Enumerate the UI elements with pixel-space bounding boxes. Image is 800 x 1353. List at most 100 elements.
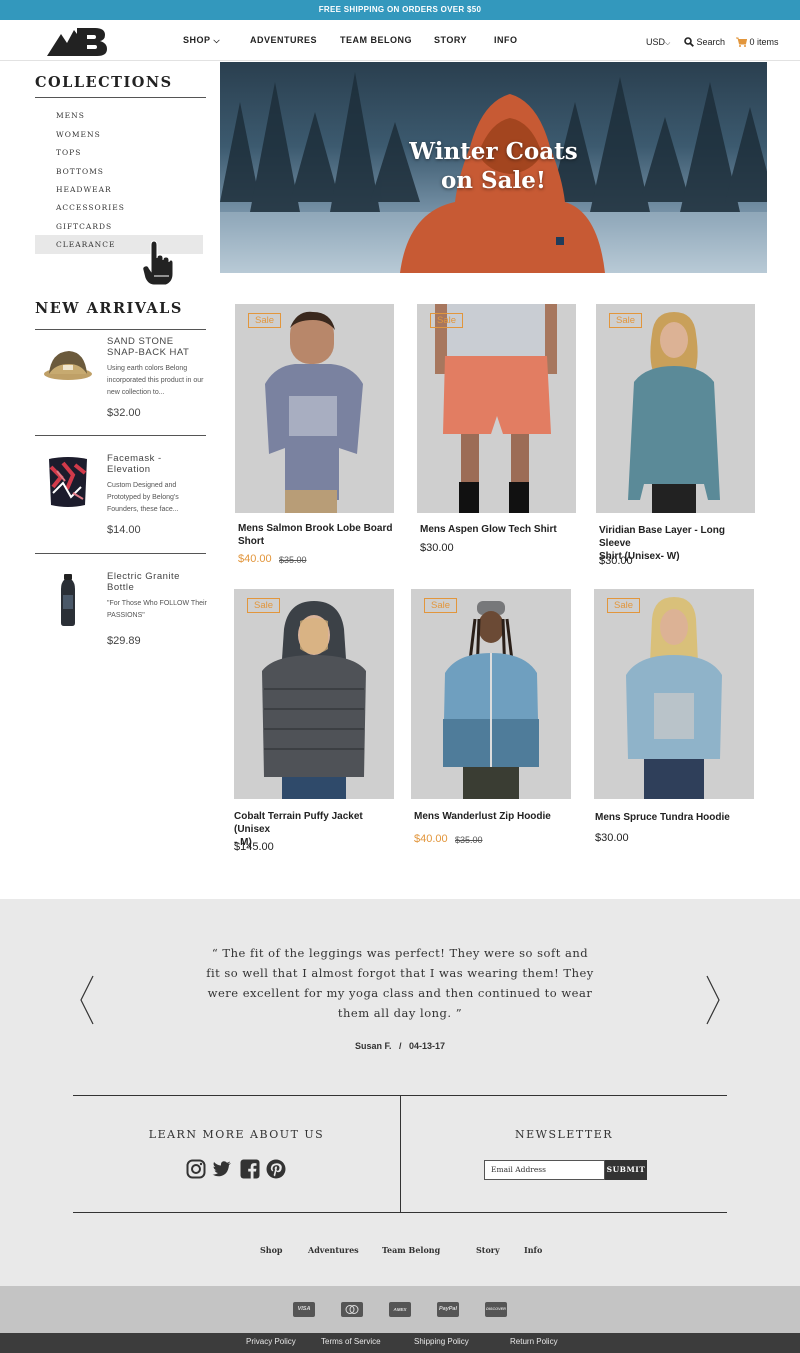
product-card[interactable]: Sale Cobalt Terrain Puffy Jacket (Unisex… — [234, 589, 399, 859]
nav-shop[interactable]: SHOP ⌵ — [183, 35, 220, 46]
footer-nav-story[interactable]: Story — [476, 1245, 500, 1255]
currency-label: USD — [646, 37, 666, 47]
next-arrow-icon[interactable] — [706, 975, 720, 1025]
search-button[interactable]: Search — [684, 37, 725, 47]
collection-clearance[interactable]: CLEARANCE — [35, 235, 203, 254]
collections-title: COLLECTIONS — [35, 74, 173, 91]
bottle-thumbnail — [61, 574, 75, 626]
footer-nav-adventures[interactable]: Adventures — [308, 1245, 359, 1255]
prev-arrow-icon[interactable] — [80, 975, 94, 1025]
mastercard-icon — [341, 1302, 363, 1317]
cart-button[interactable]: 0 items — [736, 37, 779, 47]
new-arrival-name: Electric Granite Bottle — [107, 571, 180, 593]
footer-nav-shop[interactable]: Shop — [260, 1245, 283, 1255]
new-arrival-price: $29.89 — [107, 635, 141, 647]
collection-accessories[interactable]: ACCESSORIES — [35, 198, 203, 217]
terms-of-service-link[interactable]: Terms of Service — [321, 1337, 381, 1346]
pinterest-icon[interactable] — [266, 1159, 286, 1179]
new-arrival-item[interactable]: Facemask - Elevation Custom Designed and… — [35, 453, 206, 548]
footer-nav-info[interactable]: Info — [524, 1245, 542, 1255]
new-arrival-name: Facemask - Elevation — [107, 453, 162, 475]
new-arrival-desc: Custom Designed and Prototyped by Belong… — [107, 482, 179, 513]
quote-line: fit so well that I almost forgot that I … — [206, 966, 594, 980]
discover-icon: DISCOVER — [485, 1302, 507, 1317]
product-name-line: Cobalt Terrain Puffy Jacket (Unisex — [234, 811, 363, 835]
collection-mens[interactable]: MENS — [35, 106, 203, 125]
nav-story[interactable]: STORY — [434, 35, 467, 45]
collection-bottoms[interactable]: BOTTOMS — [35, 162, 203, 181]
collection-headwear[interactable]: HEADWEAR — [35, 180, 203, 199]
collection-womens[interactable]: WOMENS — [35, 125, 203, 144]
hat-thumbnail — [44, 351, 92, 380]
product-name-line: Mens Aspen Glow Tech Shirt — [420, 524, 557, 535]
quote-line: “ The fit of the leggings was perfect! T… — [211, 946, 589, 960]
sale-badge: Sale — [247, 598, 281, 613]
twitter-icon[interactable] — [212, 1159, 232, 1179]
nav-adventures[interactable]: ADVENTURES — [250, 35, 317, 45]
site-header: SHOP ⌵ ADVENTURES TEAM BELONG STORY INFO … — [0, 20, 800, 61]
product-card[interactable]: Sale Viridian Base Layer - Long Sleeve S… — [596, 304, 756, 574]
product-price: $30.00 — [420, 542, 454, 554]
new-arrival-item[interactable]: Electric Granite Bottle "For Those Who F… — [35, 571, 207, 656]
divider — [35, 553, 206, 554]
brand-logo[interactable] — [47, 26, 109, 56]
legal-bar — [0, 1333, 800, 1353]
product-name: Mens Salmon Brook Lobe Board Short — [238, 522, 392, 548]
new-arrival-desc: Using earth colors Belong incorporated t… — [107, 365, 204, 396]
hero-title-line-2: on Sale! — [440, 167, 547, 194]
sale-badge: Sale — [248, 313, 282, 328]
product-name: Mens Aspen Glow Tech Shirt — [420, 523, 557, 536]
divider — [400, 1096, 401, 1212]
hand-cursor-icon — [142, 240, 173, 286]
instagram-icon[interactable] — [186, 1159, 206, 1179]
product-price: $30.00 — [595, 832, 629, 844]
product-card[interactable]: Sale Mens Spruce Tundra Hoodie $30.00 — [594, 589, 755, 851]
product-image — [235, 304, 394, 513]
currency-select[interactable]: USD⌵ — [646, 37, 670, 48]
amex-icon: AMEX — [389, 1302, 411, 1317]
hero-title: Winter Coats on Sale! — [220, 137, 767, 195]
product-old-price: $35.00 — [279, 555, 307, 565]
product-price: $40.00 — [414, 833, 448, 845]
footer-nav-team-belong[interactable]: Team Belong — [382, 1245, 440, 1255]
newsletter-submit-button[interactable]: SUBMIT — [605, 1160, 647, 1180]
new-arrival-price: $32.00 — [107, 407, 141, 419]
product-card[interactable]: Sale Mens Salmon Brook Lobe Board Short … — [235, 304, 395, 574]
facebook-icon[interactable] — [240, 1159, 260, 1179]
quote-line: were excellent for my yoga class and the… — [207, 986, 593, 1000]
divider — [35, 329, 206, 330]
cart-icon — [736, 37, 748, 47]
visa-icon: VISA — [293, 1302, 315, 1317]
sale-badge: Sale — [607, 598, 641, 613]
sale-badge: Sale — [424, 598, 458, 613]
hero-title-line-1: Winter Coats — [409, 138, 578, 165]
product-card[interactable]: Sale Mens Aspen Glow Tech Shirt $30.00 — [417, 304, 577, 564]
privacy-policy-link[interactable]: Privacy Policy — [246, 1337, 296, 1346]
product-image — [411, 589, 571, 799]
newsletter-email-input[interactable]: Email Address — [484, 1160, 605, 1180]
new-arrival-item[interactable]: SAND STONE SNAP-BACK HAT Using earth col… — [35, 336, 206, 431]
sale-badge: Sale — [430, 313, 464, 328]
hero-banner[interactable]: Winter Coats on Sale! — [220, 62, 767, 273]
nav-shop-label: SHOP — [183, 35, 211, 45]
collection-giftcards[interactable]: GIFTCARDS — [35, 217, 203, 236]
product-card[interactable]: Sale Mens Wanderlust Zip Hoodie $40.00 $… — [411, 589, 572, 851]
testimonial-author: Susan F. / 04-13-17 — [354, 1041, 446, 1051]
divider — [35, 435, 206, 436]
paypal-icon: PayPal — [437, 1302, 459, 1317]
product-name-line: Mens Wanderlust Zip Hoodie — [414, 811, 551, 822]
search-icon — [684, 37, 694, 47]
product-price: $40.00 — [238, 553, 272, 565]
product-name-line: Short — [238, 536, 265, 547]
product-price: $145.00 — [234, 841, 274, 853]
shipping-policy-link[interactable]: Shipping Policy — [414, 1337, 469, 1346]
sale-badge: Sale — [609, 313, 643, 328]
collection-tops[interactable]: TOPS — [35, 143, 203, 162]
product-name-line: Mens Salmon Brook Lobe Board — [238, 523, 393, 534]
return-policy-link[interactable]: Return Policy — [510, 1337, 558, 1346]
nav-info[interactable]: INFO — [494, 35, 518, 45]
product-image — [596, 304, 755, 513]
nav-team-belong[interactable]: TEAM BELONG — [340, 35, 412, 45]
product-name-line: Viridian Base Layer - Long Sleeve — [599, 525, 725, 549]
testimonial-quote: “ The fit of the leggings was perfect! T… — [205, 943, 595, 1023]
